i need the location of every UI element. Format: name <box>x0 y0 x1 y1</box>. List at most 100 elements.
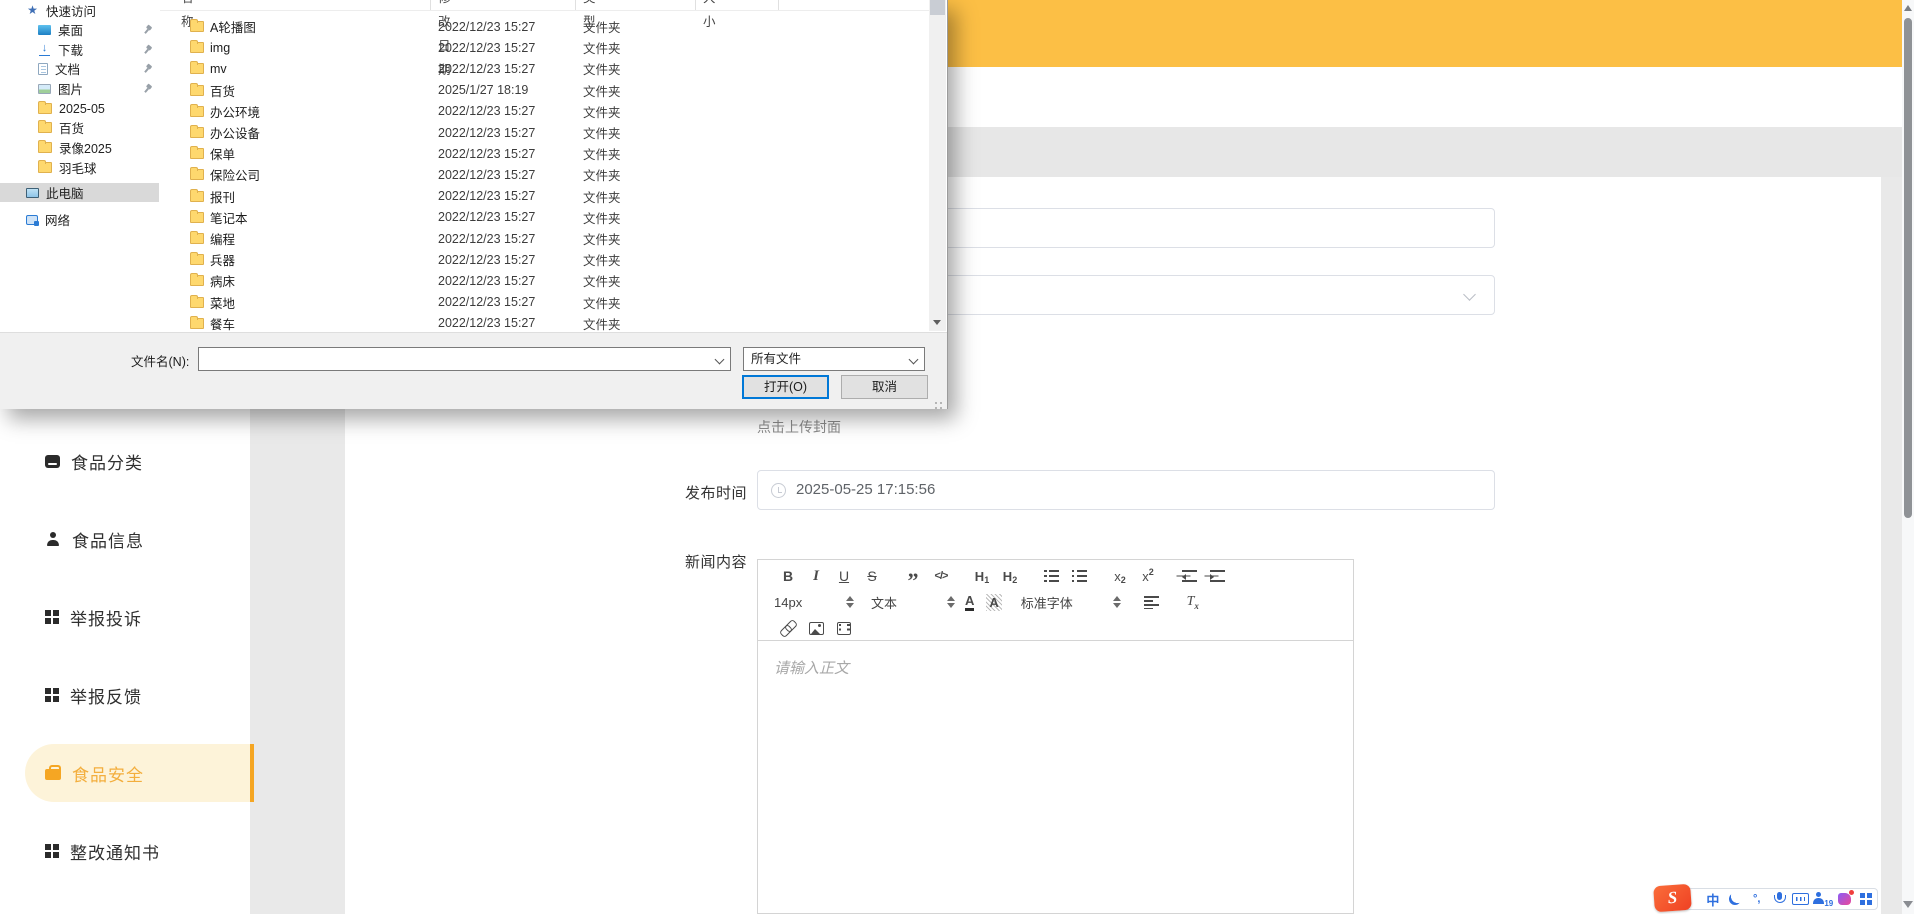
folder-icon <box>190 61 204 75</box>
cancel-button[interactable]: 取消 <box>841 375 928 399</box>
header2-icon[interactable]: H2 <box>996 564 1024 588</box>
skin-icon[interactable] <box>1833 890 1855 908</box>
file-row[interactable]: 编程 2022/12/23 15:27 文件夹 <box>160 228 915 249</box>
clean-icon[interactable]: Tx <box>1179 590 1207 614</box>
file-row[interactable]: 兵器 2022/12/23 15:27 文件夹 <box>160 249 915 270</box>
file-row[interactable]: img 2022/12/23 15:27 文件夹 <box>160 37 915 58</box>
sidebar-item[interactable]: 食品分类 <box>0 432 250 490</box>
user-icon[interactable]: 19 <box>1811 890 1834 908</box>
sidebar-item[interactable]: 食品信息 <box>0 510 250 568</box>
filetype-select[interactable]: 所有文件 <box>743 347 925 371</box>
scroll-up-arrow-icon[interactable] <box>1904 5 1912 11</box>
color-icon[interactable]: A <box>965 594 975 611</box>
microphone-icon[interactable] <box>1768 890 1790 908</box>
sidebar-item[interactable]: 举报投诉 <box>0 588 250 646</box>
punctuation-icon[interactable]: °, <box>1746 890 1768 908</box>
ime-mode-toggle[interactable]: 中 <box>1702 890 1724 908</box>
align-icon[interactable] <box>1138 590 1166 614</box>
dialog-scrollbar-thumb[interactable] <box>930 0 945 15</box>
moon-icon[interactable] <box>1724 890 1746 908</box>
file-row[interactable]: 餐车 2022/12/23 15:27 文件夹 <box>160 313 915 334</box>
publish-time-input[interactable]: 2025-05-25 17:15:56 <box>757 470 1495 510</box>
dialog-nav-item[interactable]: 图片 <box>0 79 159 98</box>
scroll-down-arrow-icon[interactable] <box>933 320 941 325</box>
file-row[interactable]: 报刊 2022/12/23 15:27 文件夹 <box>160 186 915 207</box>
header1-icon[interactable]: H1 <box>968 564 996 588</box>
sidebar-item[interactable]: 举报反馈 <box>0 666 250 724</box>
file-row[interactable]: 保单 2022/12/23 15:27 文件夹 <box>160 143 915 164</box>
column-header[interactable]: 大小 <box>703 0 716 29</box>
font-picker[interactable]: 标准字体 <box>1021 590 1125 614</box>
quick-access-star-icon <box>26 4 39 17</box>
file-type: 文件夹 <box>583 190 621 205</box>
dialog-nav-item[interactable]: 此电脑 <box>0 183 159 202</box>
dialog-nav-item[interactable]: 下载 <box>0 40 159 59</box>
folder-icon <box>190 167 204 181</box>
toolbox-grid-icon[interactable] <box>1855 890 1877 908</box>
subscript-icon[interactable]: x2 <box>1106 564 1134 588</box>
sidebar-item[interactable]: 整改通知书 <box>0 822 250 880</box>
folder-icon <box>190 82 204 96</box>
ime-toolbar: S 中 °, 19 <box>1653 883 1878 913</box>
editor-placeholder[interactable]: 请输入正文 <box>774 657 849 678</box>
dialog-nav-item[interactable]: 文档 <box>0 59 159 78</box>
dialog-nav-item[interactable]: 桌面 <box>0 20 159 39</box>
file-row[interactable]: A轮播图 2022/12/23 15:27 文件夹 <box>160 16 915 37</box>
folder-icon <box>38 160 52 173</box>
dialog-nav-item[interactable]: 录像2025 <box>0 138 159 157</box>
file-row[interactable]: 办公设备 2022/12/23 15:27 文件夹 <box>160 122 915 143</box>
strike-icon[interactable]: S <box>858 564 886 588</box>
filename-input[interactable] <box>203 349 708 369</box>
video-icon[interactable] <box>830 616 858 640</box>
superscript-icon[interactable]: x2 <box>1134 564 1162 588</box>
column-header[interactable]: 类型 <box>583 0 596 29</box>
file-date: 2022/12/23 15:27 <box>438 146 536 161</box>
link-icon[interactable] <box>774 616 802 640</box>
column-header[interactable]: 修改日期 <box>438 0 451 77</box>
dialog-nav-item[interactable]: 快速访问 <box>0 1 159 20</box>
size-picker[interactable]: 14px <box>774 590 858 614</box>
sogou-logo-icon[interactable]: S <box>1653 883 1692 913</box>
dialog-nav-item[interactable]: 网络 <box>0 210 159 229</box>
ordered-list-icon[interactable] <box>1037 564 1065 588</box>
file-name: 编程 <box>210 233 236 247</box>
resize-grip[interactable] <box>940 402 942 404</box>
column-header[interactable]: 名称 <box>181 0 194 29</box>
sidebar-item[interactable]: 食品安全 <box>0 744 254 802</box>
down-arrow-icon <box>947 603 955 608</box>
file-row[interactable]: 办公环境 2022/12/23 15:27 文件夹 <box>160 101 915 122</box>
file-row[interactable]: 笔记本 2022/12/23 15:27 文件夹 <box>160 207 915 228</box>
dialog-nav-item[interactable]: 百货 <box>0 118 159 137</box>
style-picker[interactable]: 文本 <box>871 590 959 614</box>
italic-icon[interactable]: I <box>802 564 830 588</box>
background-icon[interactable]: A <box>986 593 1002 611</box>
file-row[interactable]: 菜地 2022/12/23 15:27 文件夹 <box>160 292 915 313</box>
dialog-scrollbar[interactable] <box>929 0 946 331</box>
bullet-list-icon[interactable] <box>1065 564 1093 588</box>
page-scrollbar[interactable] <box>1902 0 1914 914</box>
image-icon[interactable] <box>802 616 830 640</box>
file-row[interactable]: 百货 2025/1/27 18:19 文件夹 <box>160 80 915 101</box>
code-icon[interactable]: </> <box>927 564 955 588</box>
file-row[interactable]: 保险公司 2022/12/23 15:27 文件夹 <box>160 164 915 185</box>
dialog-nav-item[interactable]: 羽毛球 <box>0 158 159 177</box>
keyboard-icon[interactable] <box>1790 890 1812 908</box>
sup-glyph: 2 <box>1148 567 1154 577</box>
file-row[interactable]: mv 2022/12/23 15:27 文件夹 <box>160 58 915 79</box>
indent-icon[interactable] <box>1203 564 1231 588</box>
page-scrollbar-thumb[interactable] <box>1904 18 1912 518</box>
file-row[interactable]: 病床 2022/12/23 15:27 文件夹 <box>160 270 915 291</box>
scroll-down-arrow-icon[interactable] <box>1903 901 1913 908</box>
filename-combobox[interactable] <box>198 347 731 371</box>
outdent-icon[interactable] <box>1175 564 1203 588</box>
open-button[interactable]: 打开(O) <box>742 375 829 399</box>
document-icon <box>38 62 48 75</box>
file-name: A轮播图 <box>210 21 256 35</box>
chevron-down-icon[interactable] <box>714 354 725 365</box>
upload-caption[interactable]: 点击上传封面 <box>757 417 841 437</box>
underline-icon[interactable]: U <box>830 564 858 588</box>
file-date: 2022/12/23 15:27 <box>438 61 536 76</box>
dialog-nav-item[interactable]: 2025-05 <box>0 99 159 118</box>
bold-icon[interactable]: B <box>774 564 802 588</box>
blockquote-icon[interactable]: ” <box>899 564 927 592</box>
